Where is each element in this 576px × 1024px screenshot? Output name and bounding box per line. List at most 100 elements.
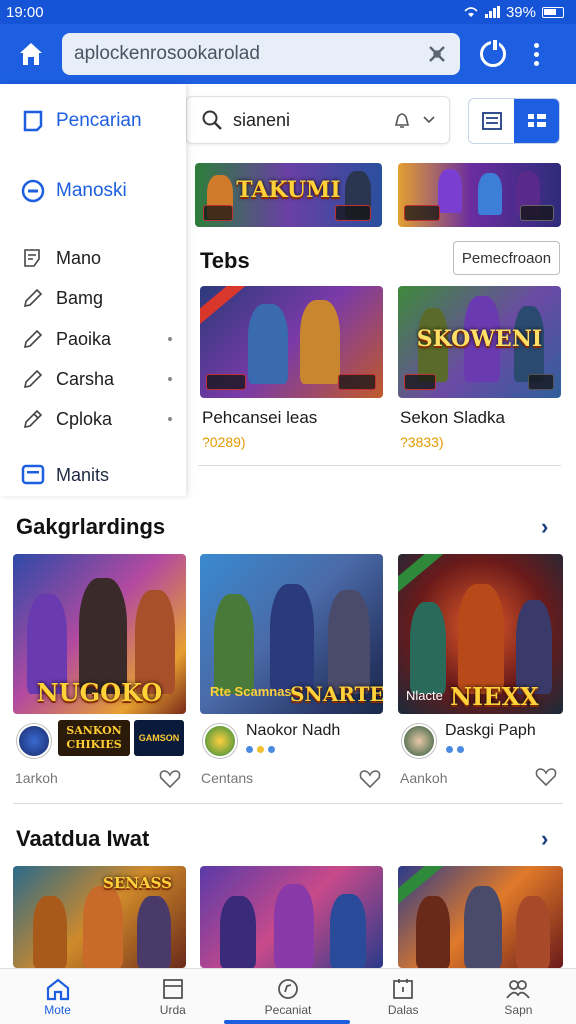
gaming-card-3-art[interactable]: Nlacte NIEXX <box>398 554 563 714</box>
avatar[interactable] <box>402 724 436 758</box>
more-menu-icon[interactable] <box>534 42 539 66</box>
compass-icon <box>278 978 298 999</box>
address-bar[interactable]: aplockenrosookarolad <box>62 33 460 75</box>
section-title-3: Vaatdua Iwat <box>16 826 150 851</box>
gaming-card-2-art[interactable]: Rte Scamnas SNARTE <box>200 554 383 714</box>
section3-card-2-art[interactable] <box>200 866 383 968</box>
edit-pencil-icon <box>20 406 46 432</box>
chevron-down-icon[interactable] <box>423 115 435 125</box>
search-value: sianeni <box>233 109 291 130</box>
badge <box>520 205 554 221</box>
home-icon <box>20 43 42 65</box>
view-toggle <box>468 98 560 144</box>
featured-banner-2[interactable] <box>398 163 561 227</box>
clear-icon[interactable] <box>426 43 448 65</box>
sidebar-item-paoika[interactable]: Paoika <box>0 325 186 353</box>
search-input[interactable]: sianeni <box>186 96 450 144</box>
expand-dot-icon <box>168 377 172 381</box>
note-icon <box>20 245 46 271</box>
sidebar-item-mano[interactable]: Mano <box>0 244 186 272</box>
pencil-icon <box>20 366 46 392</box>
card-art-title: SENASS <box>103 874 172 892</box>
card-1-meta: 1arkoh <box>15 770 58 786</box>
badge <box>338 374 376 390</box>
bottom-navigation: Mote Urda Pecaniat Dalas Sapn <box>0 968 576 1024</box>
nav-item-home[interactable]: Mote <box>0 969 115 1024</box>
card-art-title: SNARTE <box>290 682 383 706</box>
badge <box>335 205 371 221</box>
gear-icon[interactable] <box>534 767 558 787</box>
card-3-meta: Aankoh <box>400 770 448 786</box>
tebs-card-2-sub: ?3833) <box>400 434 444 450</box>
home-icon <box>46 978 69 1000</box>
rating-dots <box>246 746 275 753</box>
heart-icon[interactable] <box>158 769 182 789</box>
badge <box>528 374 554 390</box>
battery-icon <box>542 6 564 18</box>
bell-icon[interactable] <box>391 109 413 131</box>
avatar[interactable] <box>17 724 51 758</box>
chevron-right-icon[interactable]: › <box>541 514 548 540</box>
sidebar-item-carsha[interactable]: Carsha <box>0 365 186 393</box>
card-2-name[interactable]: Naokor Nadh <box>246 722 340 740</box>
card-2-meta: Centans <box>201 770 254 786</box>
status-bar: 19:00 39% <box>0 0 576 24</box>
section-title-tebs: Tebs <box>200 248 250 273</box>
card-3-name[interactable]: Daskgi Paph <box>445 722 536 740</box>
window-icon <box>162 978 183 999</box>
divider <box>13 803 563 804</box>
wifi-icon <box>464 7 478 17</box>
badge <box>404 374 436 390</box>
tebs-card-1-art[interactable] <box>200 286 383 398</box>
side-drawer: Pencarian Manoski Mano Bamg Paoika Carsh… <box>0 84 186 496</box>
tebs-card-1-sub: ?0289) <box>202 434 246 450</box>
grid-view-button[interactable] <box>514 99 559 143</box>
app-screen: 19:00 39% aplockenrosookarolad Pencarian <box>0 0 576 1024</box>
section-title-2: Gakgrlardings <box>16 514 166 539</box>
gaming-card-1-art[interactable]: NUGOKO <box>13 554 186 714</box>
heart-icon[interactable] <box>358 769 382 789</box>
nav-item-urda[interactable]: Urda <box>115 969 230 1024</box>
pencil-icon <box>20 285 46 311</box>
sidebar-item-manits[interactable]: Manits <box>0 460 186 490</box>
rating-dots <box>446 746 464 753</box>
nav-item-sapn[interactable]: Sapn <box>461 969 576 1024</box>
expand-dot-icon <box>168 417 172 421</box>
tebs-card-1-name[interactable]: Pehcansei leas <box>202 408 317 428</box>
bookmark-icon <box>20 108 46 134</box>
sidebar-item-manoski[interactable]: Manoski <box>0 176 186 206</box>
calendar-icon <box>393 978 414 999</box>
sidebar-item-cploka[interactable]: Cploka <box>0 405 186 433</box>
section3-card-1-art[interactable]: SENASS <box>13 866 186 968</box>
featured-banner-1[interactable]: TAKUMI <box>195 163 382 227</box>
game-banner-right[interactable]: GAMSON <box>134 720 184 756</box>
nav-active-indicator <box>224 1020 350 1024</box>
section3-card-3-art[interactable] <box>398 866 563 968</box>
people-icon <box>506 979 531 999</box>
pencil-icon <box>20 326 46 352</box>
badge <box>203 205 233 221</box>
address-text: aplockenrosookarolad <box>74 43 260 64</box>
avatar[interactable] <box>203 724 237 758</box>
status-time: 19:00 <box>6 3 44 21</box>
game-banner-left[interactable]: SANKON CHIKIES <box>58 720 130 756</box>
list-icon <box>481 112 502 130</box>
home-button[interactable] <box>0 24 62 84</box>
monitor-icon <box>20 462 46 488</box>
power-icon[interactable] <box>480 40 506 67</box>
signal-icon <box>484 6 500 18</box>
chevron-right-icon[interactable]: › <box>541 826 548 852</box>
badge <box>206 374 246 390</box>
list-view-button[interactable] <box>469 99 514 143</box>
card-art-title: NIEXX <box>450 682 539 711</box>
banner-art-title: TAKUMI <box>236 177 341 203</box>
nav-item-dalas[interactable]: Dalas <box>346 969 461 1024</box>
tebs-card-2-art[interactable]: SKOWENI <box>398 286 561 398</box>
tebs-card-2-name[interactable]: Sekon Sladka <box>400 408 505 428</box>
search-icon <box>202 110 222 130</box>
sidebar-item-bamg[interactable]: Bamg <box>0 284 186 312</box>
sidebar-item-pencarian[interactable]: Pencarian <box>0 106 186 136</box>
filter-button[interactable]: Pemecfroaon <box>453 241 560 275</box>
nav-item-pecaniat[interactable]: Pecaniat <box>230 969 345 1024</box>
expand-dot-icon <box>168 337 172 341</box>
